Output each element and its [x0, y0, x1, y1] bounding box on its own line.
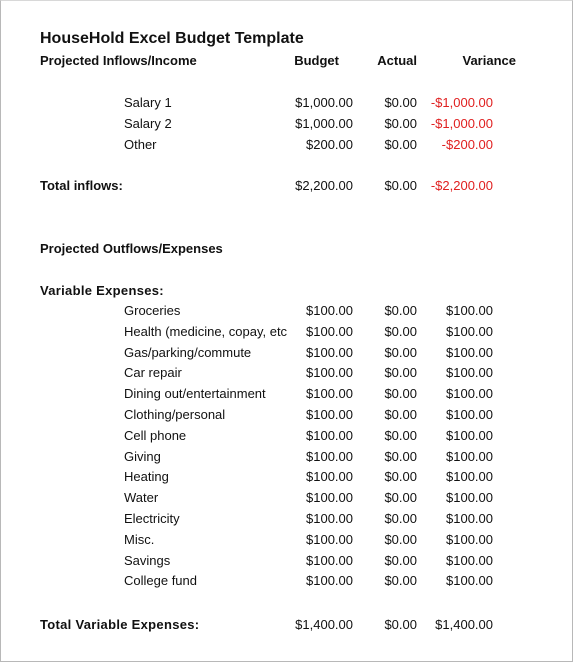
row-actual: $0.00	[384, 532, 417, 547]
row-label: Misc.	[124, 532, 155, 547]
row-budget: $100.00	[306, 532, 353, 547]
row-actual: $0.00	[384, 490, 417, 505]
row-actual: $0.00	[384, 365, 417, 380]
row-label: Salary 2	[124, 116, 172, 131]
total-inflows-variance: -$2,200.00	[430, 178, 493, 193]
row-actual: $0.00	[384, 511, 417, 526]
row-variance: $100.00	[446, 345, 493, 360]
row-label: Health (medicine, copay, etc	[124, 324, 288, 339]
total-variable-budget: $1,400.00	[295, 617, 353, 632]
row-actual: $0.00	[384, 573, 417, 588]
row-label: College fund	[124, 573, 197, 588]
row-variance: $100.00	[446, 407, 493, 422]
row-variance: $100.00	[446, 490, 493, 505]
row-variance: -$1,000.00	[430, 95, 493, 110]
row-budget: $100.00	[306, 303, 353, 318]
variable-expenses-heading: Variable Expenses:	[40, 283, 164, 298]
total-variable-label: Total Variable Expenses:	[40, 617, 200, 632]
row-label: Other	[124, 137, 157, 152]
row-actual: $0.00	[384, 95, 417, 110]
row-variance: $100.00	[446, 511, 493, 526]
row-budget: $100.00	[306, 407, 353, 422]
row-label: Clothing/personal	[124, 407, 226, 422]
total-inflows-actual: $0.00	[384, 178, 417, 193]
total-inflows-budget: $2,200.00	[295, 178, 353, 193]
row-label: Cell phone	[124, 428, 187, 443]
row-label: Groceries	[124, 303, 181, 318]
row-label: Electricity	[124, 511, 180, 526]
row-budget: $100.00	[306, 511, 353, 526]
page-title: HouseHold Excel Budget Template	[40, 30, 304, 47]
row-label: Salary 1	[124, 95, 172, 110]
row-budget: $1,000.00	[295, 116, 353, 131]
row-actual: $0.00	[384, 324, 417, 339]
row-budget: $100.00	[306, 490, 353, 505]
row-label: Car repair	[124, 365, 182, 380]
row-actual: $0.00	[384, 386, 417, 401]
row-budget: $100.00	[306, 469, 353, 484]
row-actual: $0.00	[384, 428, 417, 443]
row-actual: $0.00	[384, 137, 417, 152]
row-variance: $100.00	[446, 324, 493, 339]
row-actual: $0.00	[384, 407, 417, 422]
row-budget: $100.00	[306, 386, 353, 401]
outflows-heading: Projected Outflows/Expenses	[40, 241, 223, 256]
row-budget: $100.00	[306, 428, 353, 443]
row-budget: $100.00	[306, 365, 353, 380]
row-actual: $0.00	[384, 116, 417, 131]
row-actual: $0.00	[384, 449, 417, 464]
variance-column-header: Variance	[462, 53, 517, 68]
row-variance: -$200.00	[441, 137, 493, 152]
row-variance: $100.00	[446, 386, 493, 401]
total-variable-actual: $0.00	[384, 617, 417, 632]
row-budget: $100.00	[306, 324, 353, 339]
row-label: Savings	[124, 553, 171, 568]
row-variance: -$1,000.00	[430, 116, 493, 131]
row-budget: $100.00	[306, 573, 353, 588]
inflows-section-header: Projected Inflows/Income	[40, 53, 197, 68]
row-variance: $100.00	[446, 303, 493, 318]
row-variance: $100.00	[446, 532, 493, 547]
row-variance: $100.00	[446, 573, 493, 588]
row-label: Dining out/entertainment	[124, 386, 266, 401]
row-actual: $0.00	[384, 469, 417, 484]
row-actual: $0.00	[384, 553, 417, 568]
row-budget: $100.00	[306, 553, 353, 568]
row-budget: $100.00	[306, 449, 353, 464]
row-variance: $100.00	[446, 449, 493, 464]
row-variance: $100.00	[446, 553, 493, 568]
row-variance: $100.00	[446, 469, 493, 484]
budget-column-header: Budget	[294, 53, 339, 68]
total-inflows-label: Total inflows:	[40, 178, 123, 193]
row-label: Heating	[124, 469, 169, 484]
row-budget: $100.00	[306, 345, 353, 360]
row-label: Gas/parking/commute	[124, 345, 252, 360]
row-budget: $200.00	[306, 137, 353, 152]
actual-column-header: Actual	[377, 53, 417, 68]
row-label: Water	[124, 490, 159, 505]
row-actual: $0.00	[384, 345, 417, 360]
row-budget: $1,000.00	[295, 95, 353, 110]
row-actual: $0.00	[384, 303, 417, 318]
row-variance: $100.00	[446, 365, 493, 380]
total-variable-variance: $1,400.00	[435, 617, 493, 632]
row-variance: $100.00	[446, 428, 493, 443]
row-label: Giving	[124, 449, 161, 464]
